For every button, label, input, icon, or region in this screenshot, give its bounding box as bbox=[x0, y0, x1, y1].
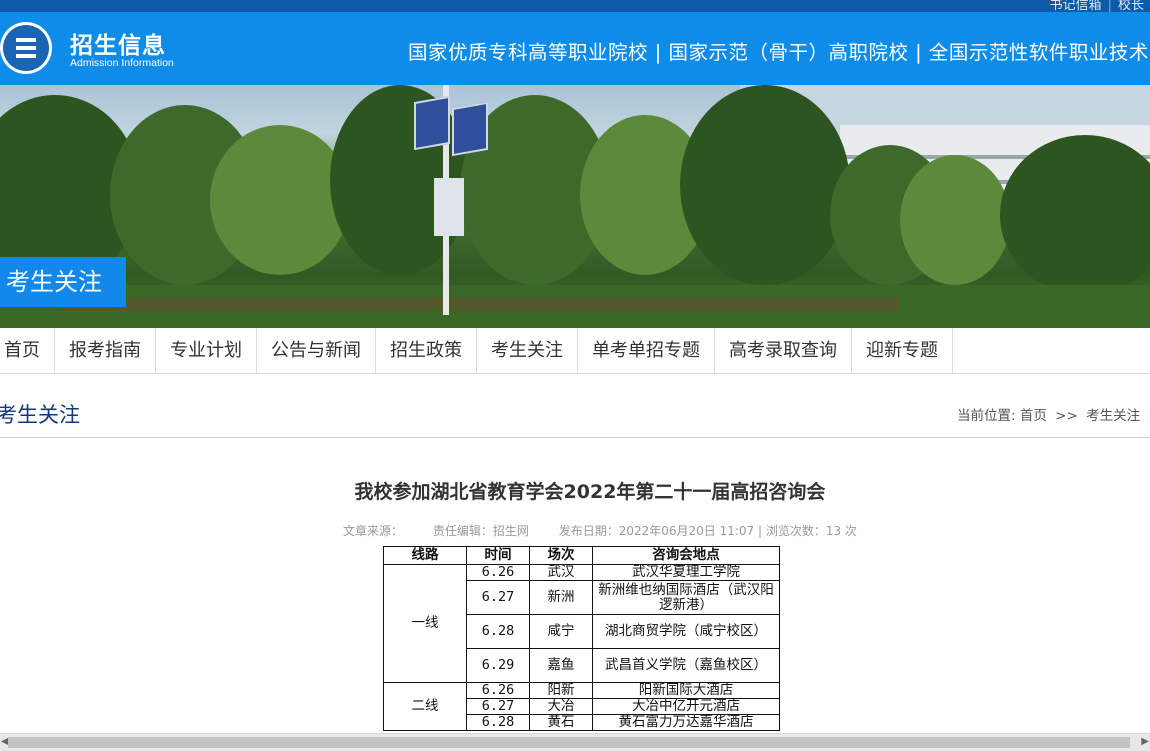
venue-cell: 湖北商贸学院（咸宁校区） bbox=[592, 614, 780, 649]
date-cell: 6.28 bbox=[466, 614, 530, 649]
table-header-date: 时间 bbox=[466, 546, 530, 565]
venue-cell: 大冶中亿开元酒店 bbox=[592, 698, 780, 715]
venue-cell: 武昌首义学院（嘉鱼校区） bbox=[592, 648, 780, 683]
venue-cell: 新洲维也纳国际酒店（武汉阳逻新港） bbox=[592, 580, 780, 615]
banner-tag: 考生关注 bbox=[0, 257, 126, 307]
breadcrumb-separator: >> bbox=[1055, 408, 1078, 424]
city-cell: 大冶 bbox=[529, 698, 593, 715]
campus-banner: 考生关注 bbox=[0, 85, 1150, 328]
date-cell: 6.26 bbox=[466, 564, 530, 581]
school-logo[interactable] bbox=[0, 22, 52, 74]
venue-cell: 阳新国际大酒店 bbox=[592, 682, 780, 699]
table-header-venue: 咨询会地点 bbox=[592, 546, 780, 565]
nav-item-news[interactable]: 公告与新闻 bbox=[257, 328, 376, 373]
route-cell: 一线 bbox=[383, 564, 467, 683]
article-meta: 文章来源： 责任编辑：招生网 发布日期：2022年06月20日 11:07 | … bbox=[343, 522, 857, 539]
top-strip: 书记信箱 | 校长 bbox=[0, 0, 1150, 13]
date-cell: 6.28 bbox=[466, 714, 530, 731]
nav-item-single-exam[interactable]: 单考单招专题 bbox=[578, 328, 715, 373]
table-header-route: 线路 bbox=[383, 546, 467, 565]
brand-subtitle: Admission Information bbox=[70, 57, 174, 69]
city-cell: 阳新 bbox=[529, 682, 593, 699]
date-cell: 6.26 bbox=[466, 682, 530, 699]
header-slogan: 国家优质专科高等职业院校 | 国家示范（骨干）高职院校 | 全国示范性软件职业技… bbox=[408, 41, 1150, 64]
site-header: 招生信息 Admission Information 国家优质专科高等职业院校 … bbox=[0, 12, 1150, 85]
brand-title: 招生信息 bbox=[70, 33, 166, 59]
breadcrumb-label: 当前位置: bbox=[957, 408, 1016, 424]
breadcrumb-separator: > bbox=[1144, 408, 1150, 424]
venue-cell: 黄石富力万达嘉华酒店 bbox=[592, 714, 780, 731]
nav-item-candidate-focus[interactable]: 考生关注 bbox=[477, 328, 578, 373]
table-row: 二线 6.26 阳新 阳新国际大酒店 bbox=[383, 682, 780, 731]
city-cell: 咸宁 bbox=[529, 614, 593, 649]
solar-panel-icon bbox=[452, 101, 488, 157]
horizontal-scrollbar[interactable]: ◀ ▶ bbox=[0, 733, 1150, 751]
table-header-city: 场次 bbox=[529, 546, 593, 565]
scroll-right-icon[interactable]: ▶ bbox=[1141, 736, 1149, 747]
city-cell: 武汉 bbox=[529, 564, 593, 581]
route-cell: 二线 bbox=[383, 682, 467, 731]
table-header-row: 线路 时间 场次 咨询会地点 bbox=[383, 546, 780, 565]
schedule-table: 线路 时间 场次 咨询会地点 一线 6.26 武汉 武汉华夏理工学院 6.27 … bbox=[383, 546, 780, 731]
breadcrumb: 当前位置: 首页 >> 考生关注 > bbox=[957, 404, 1150, 424]
article-title: 我校参加湖北省教育学会2022年第二十一届高招咨询会 bbox=[354, 481, 826, 503]
date-cell: 6.27 bbox=[466, 698, 530, 715]
section-header: 考生关注 当前位置: 首页 >> 考生关注 > bbox=[0, 396, 1150, 438]
section-title: 考生关注 bbox=[0, 403, 80, 427]
solar-panel-icon bbox=[414, 95, 450, 151]
main-nav: 首页 报考指南 专业计划 公告与新闻 招生政策 考生关注 单考单招专题 高考录取… bbox=[0, 328, 1150, 374]
nav-item-admission-query[interactable]: 高考录取查询 bbox=[715, 328, 852, 373]
logo-emblem-icon bbox=[3, 25, 49, 71]
venue-cell: 武汉华夏理工学院 bbox=[592, 564, 780, 581]
nav-item-major-plan[interactable]: 专业计划 bbox=[156, 328, 257, 373]
city-cell: 黄石 bbox=[529, 714, 593, 731]
article-editor: 责任编辑：招生网 bbox=[432, 524, 529, 538]
nav-item-guide[interactable]: 报考指南 bbox=[55, 328, 156, 373]
nav-item-policy[interactable]: 招生政策 bbox=[376, 328, 477, 373]
date-cell: 6.27 bbox=[466, 580, 530, 615]
table-row: 一线 6.26 武汉 武汉华夏理工学院 bbox=[383, 564, 780, 683]
breadcrumb-current[interactable]: 考生关注 bbox=[1086, 408, 1140, 424]
breadcrumb-home[interactable]: 首页 bbox=[1020, 408, 1047, 424]
article-date: 发布日期：2022年06月20日 11:07 | 浏览次数：13 次 bbox=[558, 524, 857, 538]
city-cell: 嘉鱼 bbox=[529, 648, 593, 683]
date-cell: 6.29 bbox=[466, 648, 530, 683]
article-source: 文章来源： bbox=[343, 524, 404, 538]
nav-item-home[interactable]: 首页 bbox=[0, 328, 55, 373]
nav-item-freshman[interactable]: 迎新专题 bbox=[852, 328, 953, 373]
scrollbar-thumb[interactable] bbox=[8, 737, 1130, 748]
city-cell: 新洲 bbox=[529, 580, 593, 615]
banner-flag bbox=[434, 178, 464, 236]
